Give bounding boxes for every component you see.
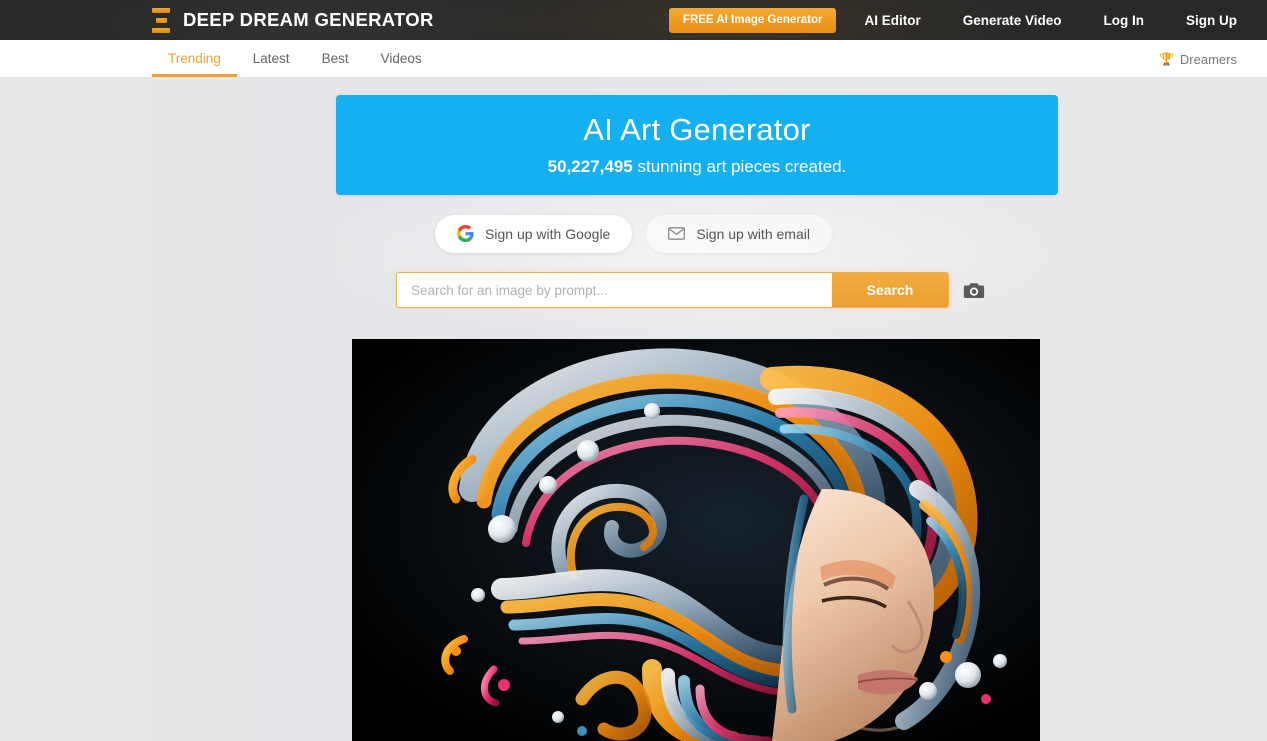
dreamers-link[interactable]: 🏆 Dreamers [1159, 40, 1237, 78]
nav-link-log-in[interactable]: Log In [1104, 13, 1145, 28]
camera-icon [963, 282, 985, 298]
top-navbar: DEEP DREAM GENERATOR FREE AI Image Gener… [0, 0, 1267, 40]
sub-navbar: Trending Latest Best Videos 🏆 Dreamers [0, 40, 1267, 78]
free-ai-image-generator-button[interactable]: FREE AI Image Generator [668, 7, 837, 33]
nav-link-generate-video[interactable]: Generate Video [963, 13, 1062, 28]
camera-search-button[interactable] [960, 278, 988, 302]
google-g-icon [457, 225, 474, 242]
tab-latest[interactable]: Latest [237, 41, 306, 77]
page-title: AI Art Generator [583, 111, 811, 147]
artwork-image [352, 339, 1040, 741]
search-box: Search [396, 272, 949, 308]
trophy-icon: 🏆 [1158, 52, 1174, 66]
dreamers-label: Dreamers [1179, 51, 1237, 67]
art-pieces-count: 50,227,495 [547, 157, 633, 177]
sign-up-with-email-label: Sign up with email [696, 225, 810, 242]
search-button[interactable]: Search [832, 273, 948, 307]
brand-name: DEEP DREAM GENERATOR [183, 9, 434, 30]
art-pieces-suffix: stunning art pieces created. [632, 157, 847, 177]
sign-up-with-email-button[interactable]: Sign up with email [646, 215, 832, 253]
nav-link-ai-editor[interactable]: AI Editor [864, 13, 920, 28]
sign-up-with-google-button[interactable]: Sign up with Google [435, 215, 633, 253]
page-root: DEEP DREAM GENERATOR FREE AI Image Gener… [0, 0, 1267, 741]
hourglass-stack-icon [152, 7, 170, 33]
hero-banner: AI Art Generator 50,227,495 stunning art… [336, 95, 1058, 195]
envelope-icon [668, 227, 686, 240]
sign-up-with-google-label: Sign up with Google [485, 225, 611, 242]
featured-artwork[interactable] [352, 339, 1040, 741]
nav-link-sign-up[interactable]: Sign Up [1186, 13, 1237, 28]
tab-best[interactable]: Best [306, 41, 365, 77]
signup-button-row: Sign up with Google Sign up with email [0, 215, 1267, 253]
brand-logo-link[interactable]: DEEP DREAM GENERATOR [152, 7, 434, 33]
search-row: Search [396, 272, 988, 308]
tab-trending[interactable]: Trending [152, 41, 237, 77]
tab-list: Trending Latest Best Videos [152, 40, 438, 78]
hero-subtitle: 50,227,495 stunning art pieces created. [548, 157, 847, 177]
search-input[interactable] [397, 273, 832, 307]
top-nav-links: FREE AI Image Generator AI Editor Genera… [668, 0, 1267, 40]
tab-videos[interactable]: Videos [365, 41, 438, 77]
